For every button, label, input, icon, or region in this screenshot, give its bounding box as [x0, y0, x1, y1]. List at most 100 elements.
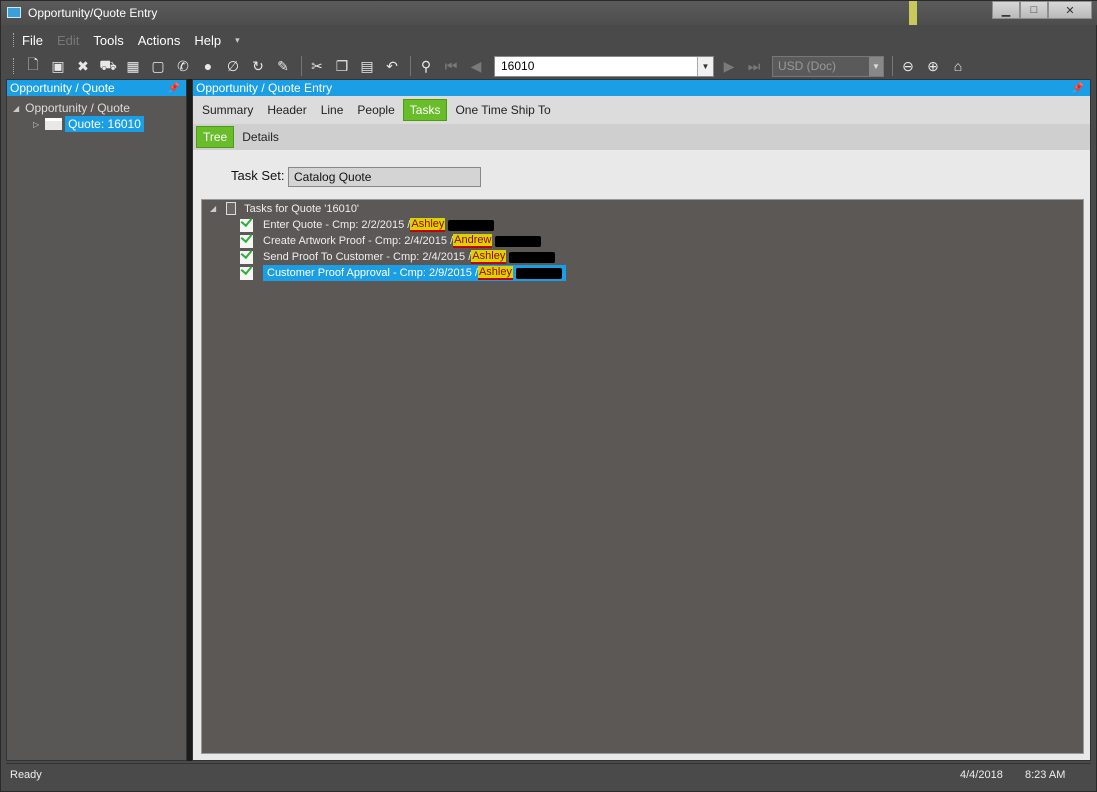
- minimize-button[interactable]: ▁: [992, 1, 1020, 19]
- pin-icon[interactable]: 📌: [168, 83, 180, 94]
- task-row[interactable]: Send Proof To Customer - Cmp: 2/4/2015 /…: [240, 249, 556, 265]
- task-set-field: Catalog Quote: [288, 167, 481, 187]
- tab-tasks[interactable]: Tasks: [402, 99, 448, 121]
- note-icon[interactable]: ▢: [147, 55, 169, 77]
- toolbar-separator: [410, 56, 411, 76]
- copy-icon[interactable]: ❐: [331, 55, 353, 77]
- task-text: Customer Proof Approval - Cmp: 2/9/2015 …: [267, 267, 478, 279]
- main-panel: Opportunity / Quote Entry 📌 Summary Head…: [192, 79, 1091, 761]
- chevron-down-icon: ▼: [869, 56, 883, 76]
- subtab-tree[interactable]: Tree: [196, 126, 235, 148]
- task-person: Ashley: [410, 218, 446, 232]
- status-date: 4/4/2018: [960, 768, 1003, 781]
- menubar-overflow-icon[interactable]: ▾: [235, 35, 240, 46]
- menu-bar: File Edit Tools Actions Help ▾: [9, 29, 1091, 51]
- tree-node-root-label: Opportunity / Quote: [25, 101, 130, 115]
- close-button[interactable]: ✕: [1048, 1, 1092, 19]
- attach-icon[interactable]: ⛟: [97, 55, 119, 77]
- maximize-button[interactable]: □: [1020, 1, 1048, 19]
- task-person: Ashley: [471, 250, 507, 264]
- task-row[interactable]: Enter Quote - Cmp: 2/2/2015 / Ashley: [240, 217, 495, 233]
- tree-node-root[interactable]: ◢ Opportunity / Quote: [13, 101, 130, 115]
- last-icon: ⏭: [747, 57, 761, 74]
- task-person: Andrew: [453, 234, 493, 248]
- tab-line[interactable]: Line: [315, 100, 350, 120]
- task-set-label: Task Set:: [231, 168, 285, 183]
- back-icon[interactable]: ⊖: [897, 55, 919, 77]
- currency-value: USD (Doc): [778, 59, 837, 73]
- toolbar-grip[interactable]: [13, 58, 16, 74]
- collapse-icon[interactable]: ◢: [210, 204, 216, 213]
- toolbar: 🗋 ▣ ✖ ⛟ ▦ ▢ ✆ ● ∅ ↻ ✎ ✂ ❐ ▤ ↶ ⚲ ⏮ ◀ 1601…: [9, 53, 1091, 79]
- redaction-mark: [495, 235, 542, 247]
- clipboard-icon: [226, 202, 237, 215]
- task-tree: ◢ Tasks for Quote '16010' Enter Quote - …: [201, 199, 1084, 754]
- task-text: Send Proof To Customer - Cmp: 2/4/2015 /: [263, 251, 472, 263]
- currency-combo: USD (Doc) ▼: [772, 55, 884, 77]
- main-panel-header: Opportunity / Quote Entry 📌: [193, 80, 1090, 96]
- window-title: Opportunity/Quote Entry: [28, 6, 158, 20]
- tab-header[interactable]: Header: [261, 100, 312, 120]
- home-icon[interactable]: ⌂: [947, 55, 969, 77]
- tab-one-time-ship-to[interactable]: One Time Ship To: [449, 100, 556, 120]
- delete-icon[interactable]: ✖: [72, 55, 94, 77]
- paste-icon[interactable]: ▤: [356, 55, 378, 77]
- comment-icon[interactable]: ●: [197, 55, 219, 77]
- toolbar-separator: [892, 56, 893, 76]
- task-text: Create Artwork Proof - Cmp: 2/4/2015 /: [263, 235, 454, 247]
- tab-summary[interactable]: Summary: [196, 100, 259, 120]
- search-icon[interactable]: ⚲: [415, 55, 437, 77]
- redaction-mark: [509, 251, 556, 263]
- menu-edit: Edit: [56, 32, 80, 48]
- main-panel-title: Opportunity / Quote Entry: [196, 81, 333, 95]
- next-icon: ▶: [723, 57, 735, 74]
- task-person: Ashley: [477, 266, 513, 280]
- folder-icon: [45, 118, 63, 130]
- menu-file[interactable]: File: [22, 33, 43, 48]
- background-window-edge: [909, 1, 917, 25]
- cut-icon[interactable]: ✂: [306, 55, 328, 77]
- task-row-selected[interactable]: Customer Proof Approval - Cmp: 2/9/2015 …: [240, 265, 566, 281]
- record-id-combo[interactable]: 16010 ▼: [494, 55, 714, 77]
- chevron-down-icon[interactable]: ▼: [697, 56, 713, 76]
- first-icon: ⏮: [444, 57, 458, 74]
- clear-icon[interactable]: ✎: [272, 55, 294, 77]
- collapse-icon[interactable]: ◢: [13, 104, 19, 113]
- toolbar-separator: [301, 56, 302, 76]
- app-icon: [7, 7, 21, 18]
- subtab-details[interactable]: Details: [236, 127, 285, 147]
- new-icon[interactable]: 🗋: [22, 55, 44, 77]
- task-tree-root[interactable]: ◢ Tasks for Quote '16010': [210, 202, 359, 215]
- redaction-mark: [448, 219, 495, 231]
- tab-bar: Summary Header Line People Tasks One Tim…: [193, 96, 1090, 124]
- prev-icon: ◀: [470, 57, 482, 74]
- pin-icon[interactable]: 📌: [1072, 83, 1084, 94]
- status-bar: Ready 4/4/2018 8:23 AM: [6, 763, 1091, 785]
- task-row[interactable]: Create Artwork Proof - Cmp: 2/4/2015 / A…: [240, 233, 542, 249]
- record-id-value: 16010: [501, 59, 535, 73]
- tab-people[interactable]: People: [351, 100, 400, 120]
- status-text: Ready: [10, 768, 42, 781]
- save-icon[interactable]: ▣: [47, 55, 69, 77]
- task-text: Enter Quote - Cmp: 2/2/2015 /: [263, 219, 411, 231]
- menu-actions[interactable]: Actions: [138, 33, 181, 48]
- left-panel-title: Opportunity / Quote: [10, 81, 115, 95]
- tree-node-quote-label[interactable]: Quote: 16010: [65, 116, 144, 132]
- task-tree-root-label: Tasks for Quote '16010': [244, 202, 360, 215]
- title-bar[interactable]: Opportunity/Quote Entry ▁ □ ✕: [1, 1, 1097, 25]
- phone-icon[interactable]: ✆: [172, 55, 194, 77]
- left-panel: Opportunity / Quote 📌 ◢ Opportunity / Qu…: [6, 79, 187, 761]
- link-icon[interactable]: ∅: [222, 55, 244, 77]
- grid-icon[interactable]: ▦: [122, 55, 144, 77]
- undo-icon[interactable]: ↶: [381, 55, 403, 77]
- menu-tools[interactable]: Tools: [93, 33, 123, 48]
- refresh-icon[interactable]: ↻: [247, 55, 269, 77]
- menu-help[interactable]: Help: [194, 33, 221, 48]
- tree-node-quote[interactable]: ▷ Quote: 16010: [33, 116, 144, 132]
- task-label-selected[interactable]: Customer Proof Approval - Cmp: 2/9/2015 …: [263, 265, 566, 281]
- expand-icon[interactable]: ▷: [33, 120, 39, 129]
- menubar-grip[interactable]: [13, 33, 16, 47]
- status-time: 8:23 AM: [1025, 768, 1066, 781]
- app-window: Opportunity/Quote Entry ▁ □ ✕ File Edit …: [0, 0, 1097, 792]
- forward-icon[interactable]: ⊕: [922, 55, 944, 77]
